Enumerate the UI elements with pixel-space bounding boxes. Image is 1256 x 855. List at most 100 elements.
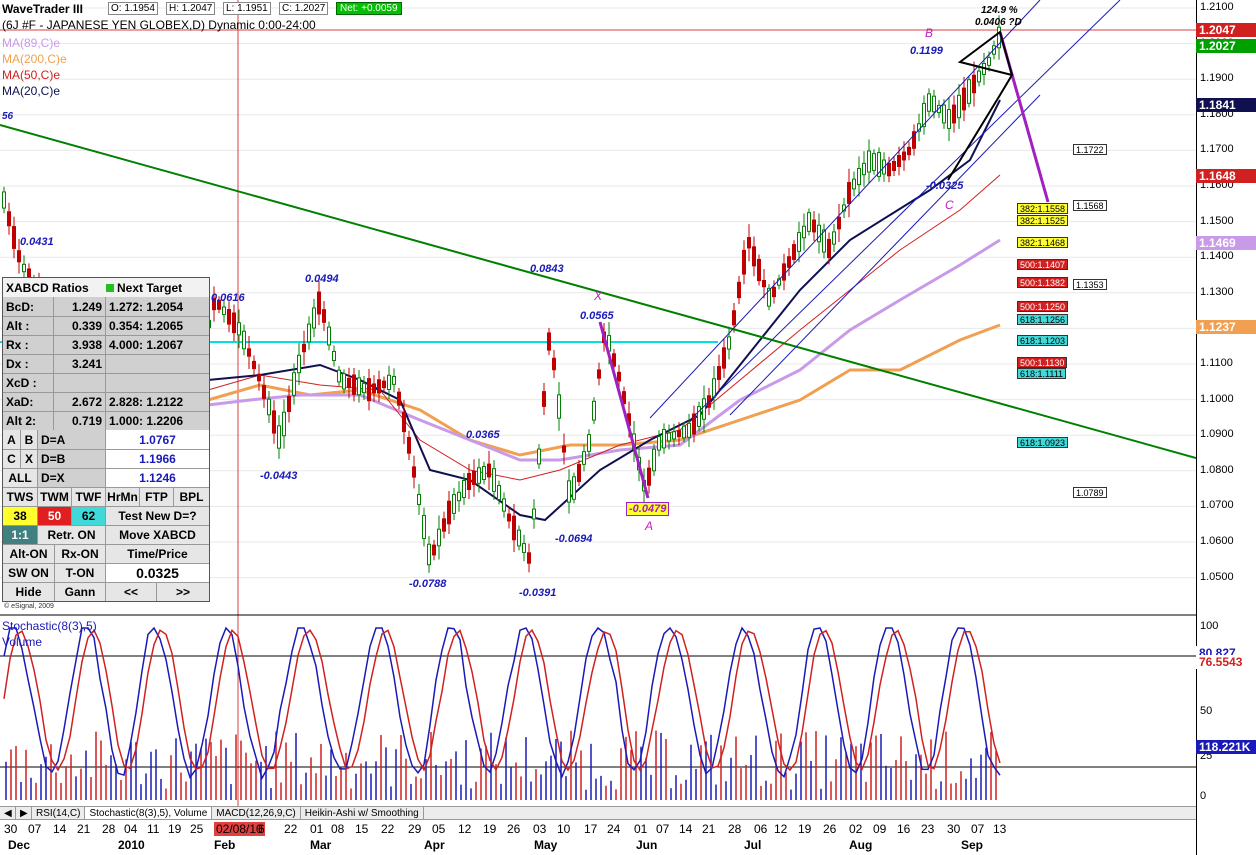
candle-body [457,491,461,502]
ratio-target[interactable]: 1.000: 1.2206 [105,412,209,430]
t-on-button[interactable]: T-ON [54,564,105,582]
move-xabcd-button[interactable]: Move XABCD [105,526,209,544]
eq-a-button[interactable]: ALL [3,469,37,487]
next-target-text: Next Target [117,280,183,295]
ratio-target[interactable]: 4.000: 1.2067 [105,336,209,354]
time-tick: 09 [873,822,887,836]
sw-on-button[interactable]: SW ON [3,564,54,582]
eq-a-button[interactable]: C [3,450,20,468]
candle-body [252,360,256,370]
price-tick: 1.1100 [1200,357,1233,369]
candle-body [887,162,891,177]
candle-body [987,57,991,66]
tab-prev-arrow[interactable]: ◀ [0,807,16,819]
eq-b-button[interactable]: X [20,450,37,468]
candle-body [452,494,456,514]
net-change: Net: +0.0059 [336,2,402,15]
tab-stochastic[interactable]: Stochastic(8(3),5), Volume [85,807,213,819]
equality-row: C X D=B 1.1966 [3,449,209,468]
low-value: L: 1.1951 [223,2,271,15]
tws-button[interactable]: TWS [3,488,37,506]
ftp-button[interactable]: FTP [139,488,173,506]
eq-a-button[interactable]: A [3,430,20,449]
candle-body [522,543,526,553]
ma20-legend: MA(20,C)e [2,84,61,98]
time-tick: 02 [849,822,863,836]
time-tick: 21 [702,822,716,836]
target-label[interactable]: 382:1.1558 [1017,203,1069,214]
time-price-button[interactable]: Time/Price [105,545,209,563]
ratio-target[interactable] [105,355,209,373]
target-label[interactable]: 382:1.1468 [1017,237,1069,248]
rx-on-button[interactable]: Rx-ON [54,545,105,563]
target-label[interactable]: 618:1.1203 [1017,335,1069,346]
ratio-target[interactable] [105,374,209,392]
tab-rsi[interactable]: RSI(14,C) [32,807,86,819]
candle-body [527,552,531,564]
candle-body [312,307,316,329]
ratio-target[interactable]: 2.828: 1.2122 [105,393,209,411]
candle-body [277,425,281,449]
twf-button[interactable]: TWF [71,488,105,506]
ratio-key: Alt : [3,317,53,335]
target-label[interactable]: 500:1.1130 [1017,357,1068,368]
target-label[interactable]: 500:1.1250 [1017,301,1069,312]
pivot-label: -0.0391 [519,587,557,599]
next-button[interactable]: >> [156,583,209,601]
ratio-target[interactable]: 1.272: 1.2054 [105,297,209,316]
pivot-label: -0.0325 [926,180,964,192]
candle-body [797,232,801,252]
twm-button[interactable]: TWM [37,488,71,506]
alt-on-button[interactable]: Alt-ON [3,545,54,563]
tab-next-arrow[interactable]: ▶ [16,807,32,819]
candle-body [647,467,651,486]
price-tick: 1.1400 [1200,250,1234,263]
target-label[interactable]: 618:1.1111 [1017,368,1067,379]
bpl-button[interactable]: BPL [173,488,209,506]
side-label: 1.0789 [1073,487,1107,498]
candle-body [687,422,691,438]
ratio-key: XcD : [3,374,53,392]
pattern-letter-c: C [945,198,954,212]
candle-body [257,373,261,382]
one-one-button[interactable]: 1:1 [3,526,37,544]
app-window: WaveTrader III O: 1.1954 H: 1.2047 L: 1.… [0,0,1256,855]
candle-body [302,343,306,353]
candle-body [587,434,591,452]
candle-body [22,263,26,273]
candle-body [407,437,411,454]
value-field[interactable]: 0.0325 [105,564,209,582]
target-label[interactable]: 382:1.1525 [1017,215,1069,226]
candle-body [657,436,661,451]
time-tick: 28 [102,822,116,836]
candle-body [242,330,246,350]
eq-b-button[interactable]: B [20,430,37,449]
candle-body [532,508,536,520]
test-new-button[interactable]: Test New D=? [105,507,209,525]
pivot-label: -0.0443 [260,470,298,482]
tab-macd[interactable]: MACD(12,26,9,C) [212,807,301,819]
ratio-row: Dx : 3.241 [3,354,209,373]
tab-heikin-ashi[interactable]: Heikin-Ashi w/ Smoothing [301,807,424,819]
pattern-letter-a: A [645,519,654,533]
candle-body [367,378,371,402]
hrmn-button[interactable]: HrMn [105,488,139,506]
month-label: Dec [8,838,31,852]
twf-value[interactable]: 62 [71,507,105,525]
hide-button[interactable]: Hide [3,583,54,601]
time-tick: 29 [408,822,422,836]
target-label[interactable]: 500:1.1407 [1017,259,1069,270]
ratio-target[interactable]: 0.354: 1.2065 [105,317,209,335]
eq-value: 1.1246 [105,469,209,487]
retr-on-button[interactable]: Retr. ON [37,526,105,544]
target-label[interactable]: 618:1.0923 [1017,437,1069,448]
twm-value[interactable]: 50 [37,507,71,525]
prev-button[interactable]: << [105,583,156,601]
candle-body [712,378,716,398]
target-label[interactable]: 500:1.1382 [1017,277,1069,288]
candle-body [747,237,751,249]
ratio-value: 0.339 [53,317,105,335]
gann-button[interactable]: Gann [54,583,105,601]
target-label[interactable]: 618:1.1256 [1017,314,1069,325]
tws-value[interactable]: 38 [3,507,37,525]
